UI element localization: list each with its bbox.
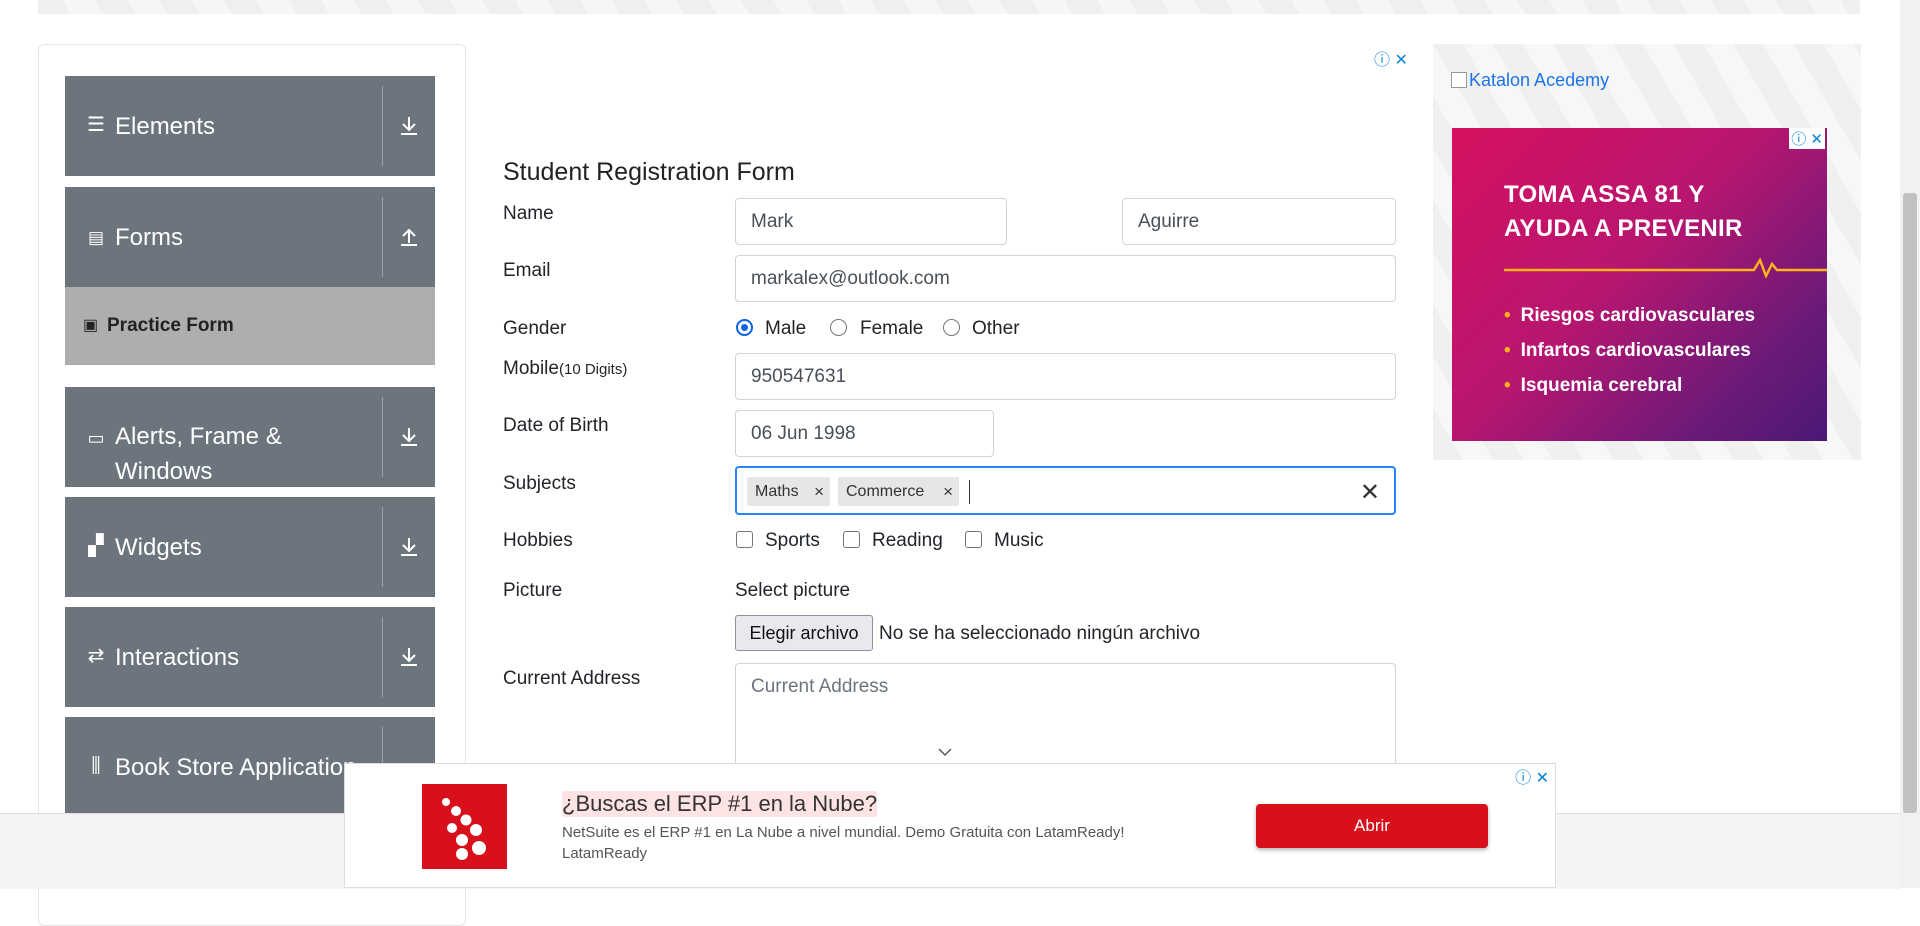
name-label: Name	[503, 203, 554, 224]
dob-label: Date of Birth	[503, 415, 609, 436]
hobby-checkbox-reading[interactable]	[843, 531, 860, 548]
current-address-label: Current Address	[503, 668, 641, 689]
open-button[interactable]: Abrir	[1256, 804, 1488, 848]
sidebar-group-elements[interactable]: ☰ Elements	[65, 76, 435, 176]
promo-list: Riesgos cardiovasculares Infartos cardio…	[1504, 298, 1755, 403]
top-banner-strip	[38, 0, 1860, 14]
hobby-checkbox-sports[interactable]	[736, 531, 753, 548]
sidebar-item-practice-form[interactable]: ▣ Practice Form	[65, 287, 435, 365]
remove-chip-icon[interactable]: ×	[814, 477, 824, 506]
gender-male-label[interactable]: Male	[765, 318, 806, 340]
promo-ad-banner[interactable]: ⓘ ✕ TOMA ASSA 81 YAYUDA A PREVENIR Riesg…	[1452, 128, 1827, 441]
broken-image-icon	[1451, 72, 1467, 88]
hamburger-icon: ☰	[87, 114, 105, 136]
current-address-input[interactable]	[735, 663, 1396, 773]
window-icon: ▭	[87, 428, 105, 448]
subjects-label: Subjects	[503, 473, 576, 494]
document-icon: ▤	[87, 228, 105, 247]
gender-other-label[interactable]: Other	[972, 318, 1020, 340]
ad-choices-close-icon[interactable]: ⓘ ✕	[1789, 128, 1825, 149]
promo-headline: TOMA ASSA 81 Y AYUDA A PREVENIR	[1504, 181, 1743, 242]
bottom-ad-banner[interactable]: ⓘ ✕ ¿Buscas el ERP #1 en la Nube? NetSui…	[344, 763, 1556, 888]
hobby-sports-label[interactable]: Sports	[765, 530, 820, 552]
netsuite-logo-icon	[422, 784, 507, 869]
katalon-ad-link[interactable]: Katalon Acedemy	[1451, 70, 1609, 91]
chevron-down-icon[interactable]	[937, 744, 953, 760]
hobby-reading-label[interactable]: Reading	[872, 530, 943, 552]
email-input[interactable]	[735, 255, 1396, 302]
last-name-input[interactable]	[1122, 198, 1396, 245]
upload-arrow-icon	[401, 228, 417, 246]
gender-radio-male[interactable]	[736, 319, 753, 336]
gender-label: Gender	[503, 318, 567, 339]
promo-item: Infartos cardiovasculares	[1504, 333, 1755, 368]
mobile-label: Mobile(10 Digits)	[503, 358, 628, 379]
gender-female-label[interactable]: Female	[860, 318, 923, 340]
books-icon: ⫼	[91, 755, 101, 777]
download-arrow-icon	[401, 648, 417, 666]
download-arrow-icon	[401, 117, 417, 135]
download-arrow-icon	[401, 538, 417, 556]
gender-radio-other[interactable]	[943, 319, 960, 336]
form-title: Student Registration Form	[503, 158, 795, 186]
clear-all-icon[interactable]: ✕	[1360, 478, 1380, 507]
subjects-input[interactable]: Maths × Commerce × ✕	[735, 466, 1396, 515]
interactions-icon: ⇄	[87, 645, 105, 667]
bottom-ad-title[interactable]: ¿Buscas el ERP #1 en la Nube?	[562, 791, 878, 817]
promo-item: Isquemia cerebral	[1504, 368, 1755, 403]
hobby-checkbox-music[interactable]	[965, 531, 982, 548]
sidebar-group-widgets[interactable]: ▞ Widgets	[65, 497, 435, 597]
select-picture-label: Select picture	[735, 580, 851, 601]
bottom-ad-description: NetSuite es el ERP #1 en La Nube a nivel…	[562, 824, 1125, 862]
sidebar-group-forms[interactable]: ▤ Forms	[65, 187, 435, 287]
form-icon: ▣	[83, 317, 99, 334]
date-of-birth-input[interactable]	[735, 410, 994, 457]
first-name-input[interactable]	[735, 198, 1007, 245]
choose-file-button[interactable]: Elegir archivo	[735, 615, 873, 651]
text-caret	[969, 480, 970, 504]
subject-chip-commerce: Commerce ×	[838, 477, 959, 506]
download-arrow-icon	[401, 428, 417, 446]
mobile-input[interactable]	[735, 353, 1396, 400]
hobby-music-label[interactable]: Music	[994, 530, 1044, 552]
sidebar-group-interactions[interactable]: ⇄ Interactions	[65, 607, 435, 707]
subject-chip-maths: Maths ×	[747, 477, 830, 506]
email-label: Email	[503, 260, 551, 281]
hobbies-label: Hobbies	[503, 530, 573, 551]
promo-item: Riesgos cardiovasculares	[1504, 298, 1755, 333]
sidebar-group-alerts[interactable]: ▭ Alerts, Frame & Windows	[65, 387, 435, 487]
picture-label: Picture	[503, 580, 563, 601]
heartbeat-line-icon	[1504, 258, 1827, 278]
ad-choices-close-icon[interactable]: ⓘ ✕	[1515, 764, 1549, 788]
file-status-text: No se ha seleccionado ningún archivo	[879, 623, 1201, 644]
remove-chip-icon[interactable]: ×	[943, 477, 953, 506]
ad-choices-close-icon[interactable]: ⓘ ✕	[1374, 46, 1408, 70]
widgets-icon: ▞	[88, 535, 104, 557]
right-ad-panel: Katalon Acedemy ⓘ ✕ TOMA ASSA 81 Y AYUDA …	[1433, 44, 1861, 460]
gender-radio-female[interactable]	[830, 319, 847, 336]
scrollbar-thumb[interactable]	[1903, 193, 1917, 813]
